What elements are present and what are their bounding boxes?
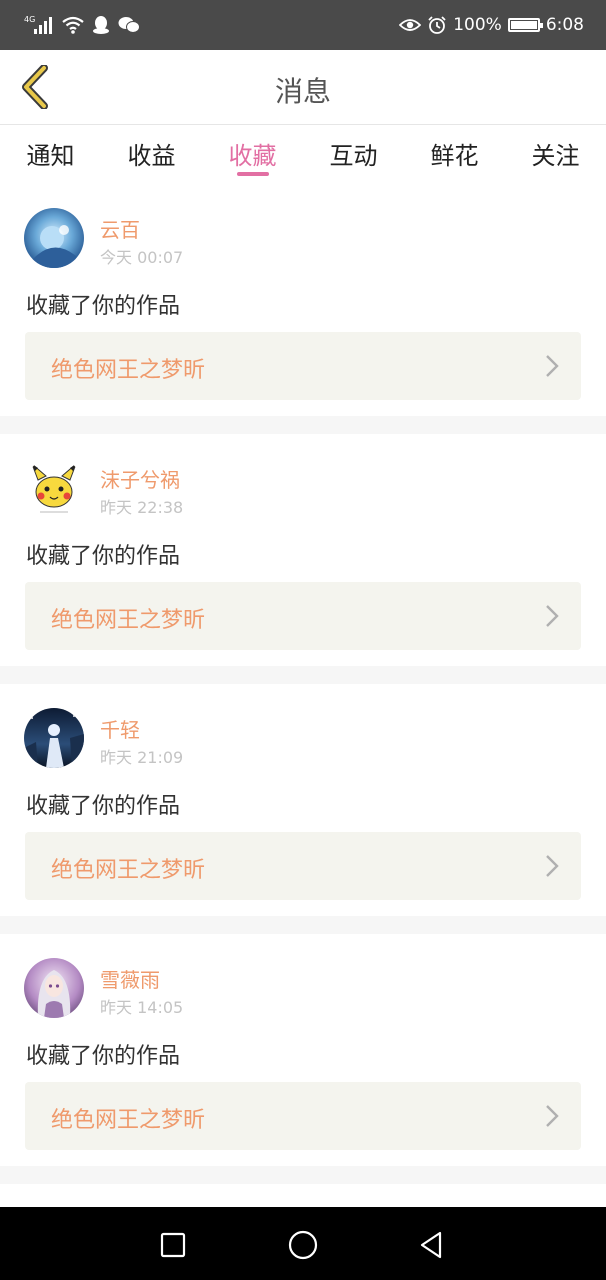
- message-card: 云百 今天 00:07 收藏了你的作品 绝色网王之梦昕: [0, 184, 606, 434]
- username[interactable]: 沫子兮祸: [100, 464, 180, 493]
- cellular-signal-icon: 4G: [24, 14, 54, 36]
- action-text: 收藏了你的作品: [26, 1044, 181, 1069]
- wechat-icon: [118, 16, 140, 34]
- pikachu-avatar-icon[interactable]: [24, 458, 84, 518]
- clock-time: 6:08: [545, 15, 584, 35]
- battery-percent: 100%: [453, 15, 502, 35]
- eye-comfort-icon: [399, 17, 422, 33]
- circle-icon: [288, 1230, 318, 1260]
- chevron-right-icon: [546, 1105, 559, 1127]
- network-type-label: 4G: [24, 15, 35, 24]
- tab-label: 关注: [531, 142, 580, 170]
- active-tab-indicator: [236, 172, 269, 176]
- tab-flowers[interactable]: 鲜花: [404, 126, 505, 184]
- tab-following[interactable]: 关注: [505, 126, 606, 184]
- work-title: 绝色网王之梦昕: [51, 608, 206, 633]
- tab-label: 收益: [127, 142, 176, 170]
- tab-favorites[interactable]: 收藏: [202, 126, 303, 184]
- wifi-icon: [62, 15, 84, 35]
- tab-label: 收藏: [228, 142, 277, 170]
- status-bar: 4G 100% 6:08: [0, 0, 606, 50]
- work-link[interactable]: 绝色网王之梦昕: [25, 1082, 581, 1150]
- header-bar: 消息: [0, 50, 606, 125]
- tab-label: 互动: [329, 142, 378, 170]
- qq-icon: [92, 15, 110, 35]
- chevron-right-icon: [546, 855, 559, 877]
- work-title: 绝色网王之梦昕: [51, 1108, 206, 1133]
- alarm-icon: [427, 15, 447, 35]
- username[interactable]: 雪薇雨: [100, 964, 160, 993]
- action-text: 收藏了你的作品: [26, 544, 181, 569]
- username[interactable]: 千轻: [100, 714, 140, 743]
- chevron-right-icon: [546, 355, 559, 377]
- chevron-right-icon: [546, 605, 559, 627]
- work-title: 绝色网王之梦昕: [51, 858, 206, 883]
- square-icon: [160, 1232, 186, 1258]
- anime-blue-avatar-icon[interactable]: [24, 208, 84, 268]
- message-card: 千轻 昨天 21:09 收藏了你的作品 绝色网王之梦昕: [0, 684, 606, 934]
- message-card: 沫子兮祸 昨天 22:38 收藏了你的作品 绝色网王之梦昕: [0, 434, 606, 684]
- tab-notifications[interactable]: 通知: [0, 126, 101, 184]
- page-title: 消息: [274, 75, 331, 108]
- system-navigation-bar: [0, 1207, 606, 1280]
- status-left-icons: 4G: [24, 12, 140, 38]
- night-scene-avatar-icon[interactable]: [24, 708, 84, 768]
- message-time: 昨天 21:09: [100, 748, 184, 767]
- work-link[interactable]: 绝色网王之梦昕: [25, 582, 581, 650]
- status-right-icons: 100% 6:08: [399, 12, 584, 38]
- work-link[interactable]: 绝色网王之梦昕: [25, 332, 581, 400]
- nav-back-button[interactable]: [412, 1225, 452, 1265]
- triangle-back-icon: [420, 1231, 442, 1259]
- tab-earnings[interactable]: 收益: [101, 126, 202, 184]
- message-time: 今天 00:07: [100, 248, 184, 267]
- recent-apps-button[interactable]: [153, 1225, 193, 1265]
- username[interactable]: 云百: [100, 214, 140, 243]
- tab-interactions[interactable]: 互动: [303, 126, 404, 184]
- action-text: 收藏了你的作品: [26, 294, 181, 319]
- anime-girl-avatar-icon[interactable]: [24, 958, 84, 1018]
- tab-bar: 通知 收益 收藏 互动 鲜花 关注: [0, 126, 606, 184]
- work-link[interactable]: 绝色网王之梦昕: [25, 832, 581, 900]
- message-list: 云百 今天 00:07 收藏了你的作品 绝色网王之梦昕 沫子兮祸 昨天 22:3…: [0, 184, 606, 1224]
- tab-label: 通知: [26, 142, 75, 170]
- home-button[interactable]: [283, 1225, 323, 1265]
- message-time: 昨天 14:05: [100, 998, 184, 1017]
- battery-icon: [507, 18, 543, 32]
- message-time: 昨天 22:38: [100, 498, 184, 517]
- message-card: 雪薇雨 昨天 14:05 收藏了你的作品 绝色网王之梦昕: [0, 934, 606, 1184]
- action-text: 收藏了你的作品: [26, 794, 181, 819]
- tab-label: 鲜花: [430, 142, 479, 170]
- work-title: 绝色网王之梦昕: [51, 358, 206, 383]
